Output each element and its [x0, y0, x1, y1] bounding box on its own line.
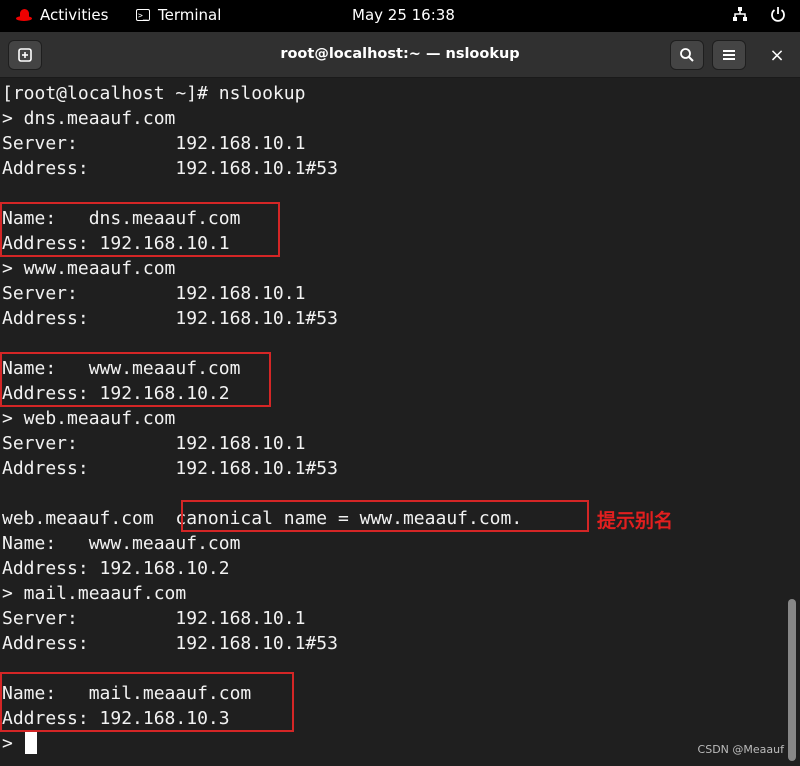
terminal-line: Address: 192.168.10.1#53 [2, 458, 338, 479]
alias-hint-annotation: 提示别名 [597, 510, 674, 532]
clock-button[interactable]: May 25 16:38 [352, 6, 455, 24]
terminal-line: Address: 192.168.10.1#53 [2, 308, 338, 329]
terminal-line: > www.meaauf.com [2, 258, 176, 279]
network-icon [733, 7, 747, 21]
app-menu-label: Terminal [158, 6, 222, 24]
text-cursor [25, 732, 37, 754]
terminal-line: Server: 192.168.10.1 [2, 433, 306, 454]
close-icon: × [769, 44, 785, 66]
terminal-line: Name: www.meaauf.com [2, 533, 241, 554]
activities-button[interactable]: Activities [16, 6, 108, 24]
system-status-area[interactable] [732, 6, 786, 22]
terminal-line: Address: 192.168.10.2 [2, 558, 230, 579]
terminal-output[interactable]: [root@localhost ~]# nslookup > dns.meaau… [0, 78, 800, 766]
search-icon [680, 48, 694, 62]
search-button[interactable] [670, 40, 704, 70]
menu-button[interactable] [712, 40, 746, 70]
highlight-box-mail-answer [0, 672, 294, 732]
power-icon [771, 7, 785, 22]
terminal-app-icon: >_ [136, 9, 150, 21]
watermark: CSDN @Meaauf [697, 743, 784, 756]
terminal-line: > dns.meaauf.com [2, 108, 176, 129]
terminal-line: > mail.meaauf.com [2, 583, 187, 604]
highlight-box-canonical-name [181, 500, 589, 532]
redhat-logo-icon [16, 8, 32, 22]
highlight-box-www-answer [0, 352, 271, 407]
terminal-line: Server: 192.168.10.1 [2, 283, 306, 304]
terminal-line: Address: 192.168.10.1#53 [2, 158, 338, 179]
gnome-top-bar: Activities >_ Terminal May 25 16:38 [0, 0, 800, 32]
terminal-line: > web.meaauf.com [2, 408, 176, 429]
terminal-line: Address: 192.168.10.1#53 [2, 633, 338, 654]
highlight-box-dns-answer [0, 202, 280, 257]
terminal-line: Server: 192.168.10.1 [2, 133, 306, 154]
terminal-prompt-line: > [2, 733, 24, 754]
window-headerbar: root@localhost:~ — nslookup × [0, 32, 800, 78]
terminal-line: [root@localhost ~]# nslookup [2, 83, 306, 104]
scrollbar-thumb[interactable] [788, 599, 796, 761]
app-menu-button[interactable]: >_ Terminal [136, 6, 221, 24]
terminal-line: Server: 192.168.10.1 [2, 608, 306, 629]
hamburger-menu-icon [723, 50, 735, 60]
terminal-window: root@localhost:~ — nslookup × [root@loca… [0, 32, 800, 766]
activities-label: Activities [40, 6, 109, 24]
close-window-button[interactable]: × [760, 40, 794, 70]
